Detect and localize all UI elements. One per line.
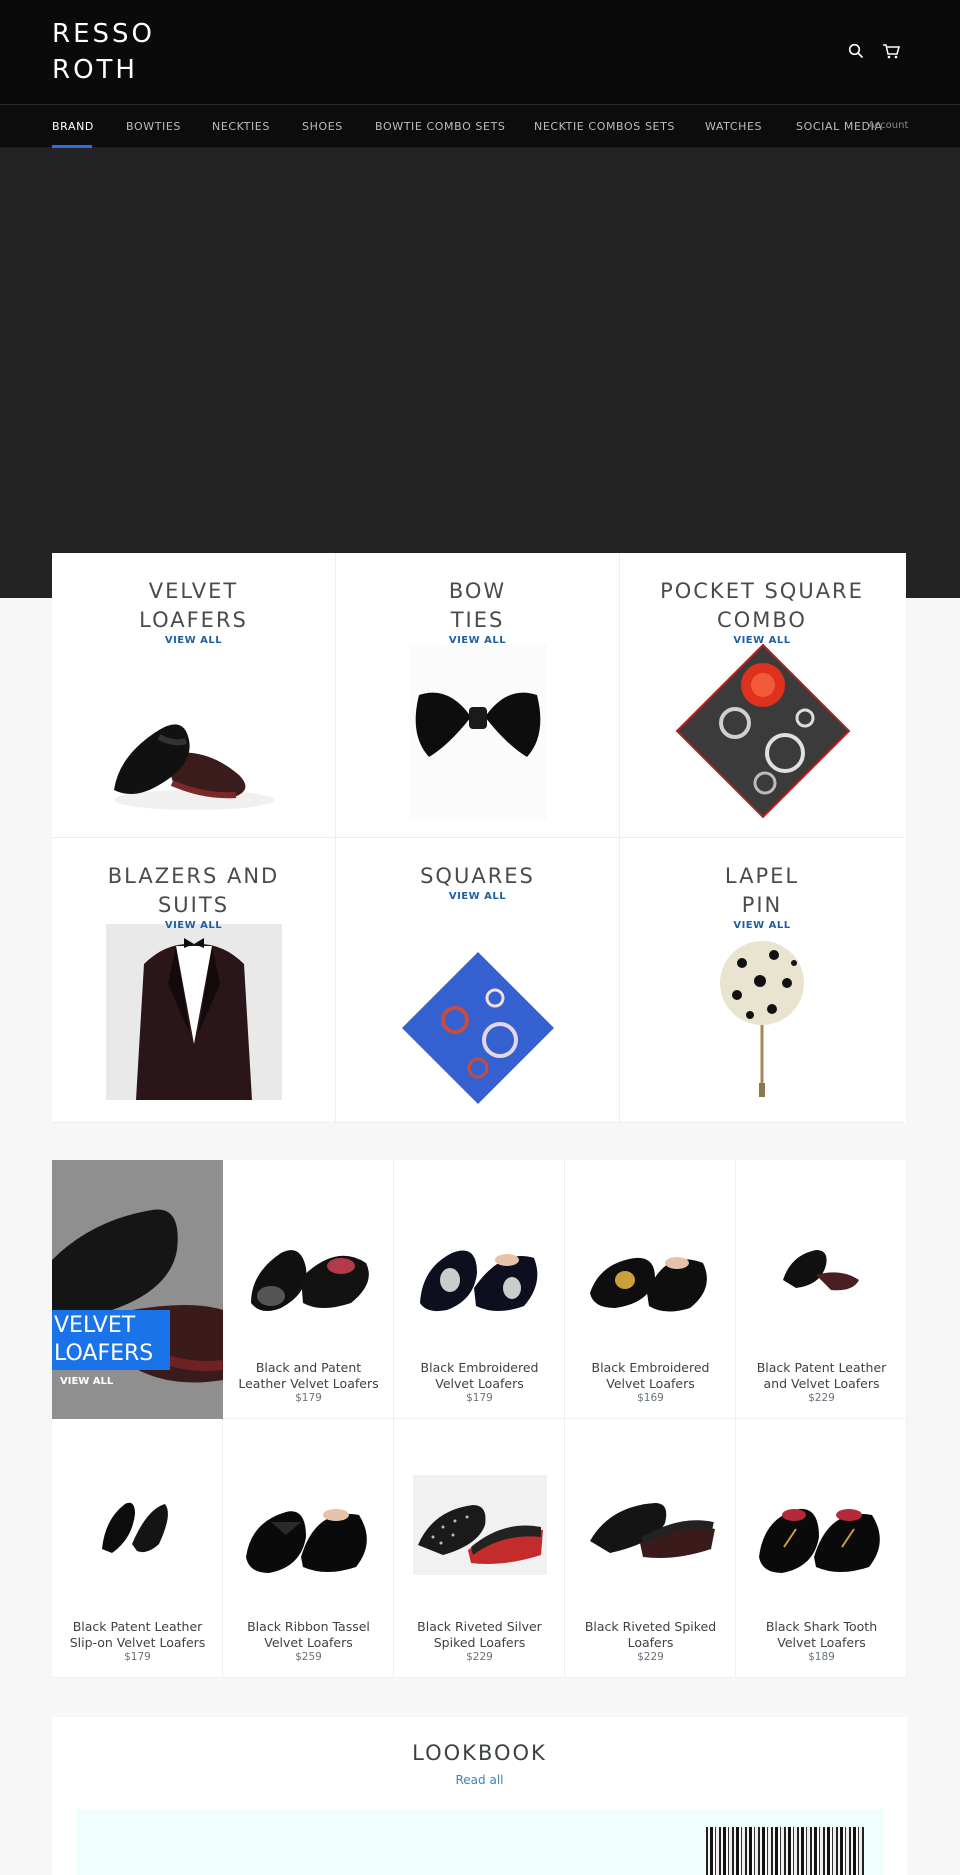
view-all-link[interactable]: VIEW ALL <box>336 891 619 902</box>
lookbook-image[interactable] <box>76 1809 884 1875</box>
brand-name-line2: ROTH <box>52 55 138 85</box>
product-card[interactable]: Black Embroidered Velvet Loafers $169 <box>565 1160 736 1419</box>
product-card[interactable]: Black Riveted Spiked Loafers $229 <box>565 1419 736 1678</box>
product-price: $189 <box>808 1651 835 1663</box>
nav-item-bowtie-combo-sets[interactable]: BOWTIE COMBO SETS <box>375 120 505 133</box>
product-price: $179 <box>466 1392 493 1404</box>
featured-view-all-link[interactable]: VIEW ALL <box>60 1376 113 1387</box>
product-image <box>413 1475 547 1575</box>
collection-velvet-loafers[interactable]: VELVET LOAFERS VIEW ALL <box>52 553 336 838</box>
main-nav: BRAND BOWTIES NECKTIES SHOES BOWTIE COMB… <box>0 104 960 148</box>
product-card[interactable]: Black Shark Tooth Velvet Loafers $189 <box>736 1419 907 1678</box>
product-price: $229 <box>808 1392 835 1404</box>
product-price: $169 <box>637 1392 664 1404</box>
product-image <box>102 1502 168 1553</box>
product-name: Black Ribbon Tassel Velvet Loafers <box>247 1619 370 1650</box>
site-header: RESSO ROTH <box>0 0 960 104</box>
product-name: Black Embroidered Velvet Loafers <box>591 1360 710 1391</box>
product-name: Black Patent Leather and Velvet Loafers <box>756 1360 887 1391</box>
featured-title: VELVET LOAFERS <box>52 1310 170 1370</box>
product-card[interactable]: Black Patent Leather and Velvet Loafers $… <box>736 1160 907 1419</box>
product-card[interactable]: Black Ribbon Tassel Velvet Loafers $259 <box>223 1419 394 1678</box>
product-image <box>590 1503 715 1558</box>
nav-item-bowties[interactable]: BOWTIES <box>126 120 181 133</box>
product-price: $179 <box>124 1651 151 1663</box>
pocket-square-image <box>402 952 554 1104</box>
product-image <box>246 1509 367 1573</box>
product-price: $229 <box>637 1651 664 1663</box>
collection-blazers-and-suits[interactable]: BLAZERS AND SUITS VIEW ALL <box>52 838 336 1123</box>
collection-bow-ties[interactable]: BOW TIES VIEW ALL <box>336 553 620 838</box>
account-link[interactable]: Account <box>868 120 908 131</box>
product-image <box>590 1257 707 1312</box>
nav-item-neckties[interactable]: NECKTIES <box>212 120 270 133</box>
collection-squares[interactable]: SQUARES VIEW ALL <box>336 838 620 1123</box>
collection-pocket-square-combo[interactable]: POCKET SQUARE COMBO VIEW ALL <box>620 553 904 838</box>
barcode-graphic <box>706 1827 864 1875</box>
velvet-loafer-image <box>114 724 274 810</box>
collection-lapel-pin[interactable]: LAPEL PIN VIEW ALL <box>620 838 904 1123</box>
brand-logo[interactable]: RESSO ROTH <box>52 16 192 88</box>
product-name: Black Riveted Spiked Loafers <box>584 1619 717 1650</box>
product-price: $229 <box>466 1651 493 1663</box>
bow-tie-image <box>409 645 547 820</box>
product-image <box>420 1250 538 1312</box>
hero-banner <box>0 148 960 598</box>
product-card[interactable]: Black and Patent Leather Velvet Loafers $… <box>223 1160 394 1419</box>
pocket-square-combo-image <box>675 643 851 819</box>
product-card[interactable]: Black Embroidered Velvet Loafers $179 <box>394 1160 565 1419</box>
product-grid: VELVET LOAFERS VIEW ALL Black and Patent L… <box>52 1160 907 1678</box>
product-name: Black Embroidered Velvet Loafers <box>420 1360 539 1391</box>
nav-item-brand[interactable]: BRAND <box>52 120 94 133</box>
product-card[interactable]: Black Riveted Silver Spiked Loafers $229 <box>394 1419 565 1678</box>
featured-collection-velvet-loafers[interactable]: VELVET LOAFERS VIEW ALL <box>52 1160 223 1419</box>
product-price: $259 <box>295 1651 322 1663</box>
product-price: $179 <box>295 1392 322 1404</box>
collection-title: POCKET SQUARE COMBO <box>660 579 864 632</box>
view-all-link[interactable]: VIEW ALL <box>620 920 904 931</box>
lookbook-section: LOOKBOOK Read all <box>52 1717 907 1875</box>
product-name: Black Riveted Silver Spiked Loafers <box>417 1619 542 1650</box>
product-image <box>783 1250 859 1291</box>
collection-title: SQUARES <box>420 864 535 888</box>
lookbook-title: LOOKBOOK <box>412 1741 547 1765</box>
lapel-pin-image <box>720 941 804 1097</box>
cart-icon[interactable] <box>880 40 902 62</box>
product-image <box>251 1250 369 1312</box>
product-name: Black and Patent Leather Velvet Loafers <box>238 1360 379 1391</box>
nav-item-necktie-combos-sets[interactable]: NECKTIE COMBOS SETS <box>534 120 675 133</box>
collection-title: VELVET LOAFERS <box>139 579 248 632</box>
product-image <box>759 1508 880 1573</box>
collection-title: BOW TIES <box>448 579 507 632</box>
nav-item-watches[interactable]: WATCHES <box>705 120 762 133</box>
product-card[interactable]: Black Patent Leather Slip-on Velvet Loafe… <box>52 1419 223 1678</box>
brand-name-line1: RESSO <box>52 19 155 49</box>
product-name: Black Shark Tooth Velvet Loafers <box>765 1619 878 1650</box>
nav-item-shoes[interactable]: SHOES <box>302 120 343 133</box>
search-icon[interactable] <box>845 40 867 62</box>
blazer-image <box>106 924 282 1100</box>
lookbook-read-all-link[interactable]: Read all <box>52 1773 907 1787</box>
collection-grid: VELVET LOAFERS VIEW ALL BOW TIES VIEW ALL … <box>52 553 906 1123</box>
collection-title: LAPEL PIN <box>724 864 800 917</box>
view-all-link[interactable]: VIEW ALL <box>52 920 335 931</box>
collection-title: BLAZERS AND SUITS <box>107 864 280 917</box>
product-name: Black Patent Leather Slip-on Velvet Loafe… <box>69 1619 206 1650</box>
